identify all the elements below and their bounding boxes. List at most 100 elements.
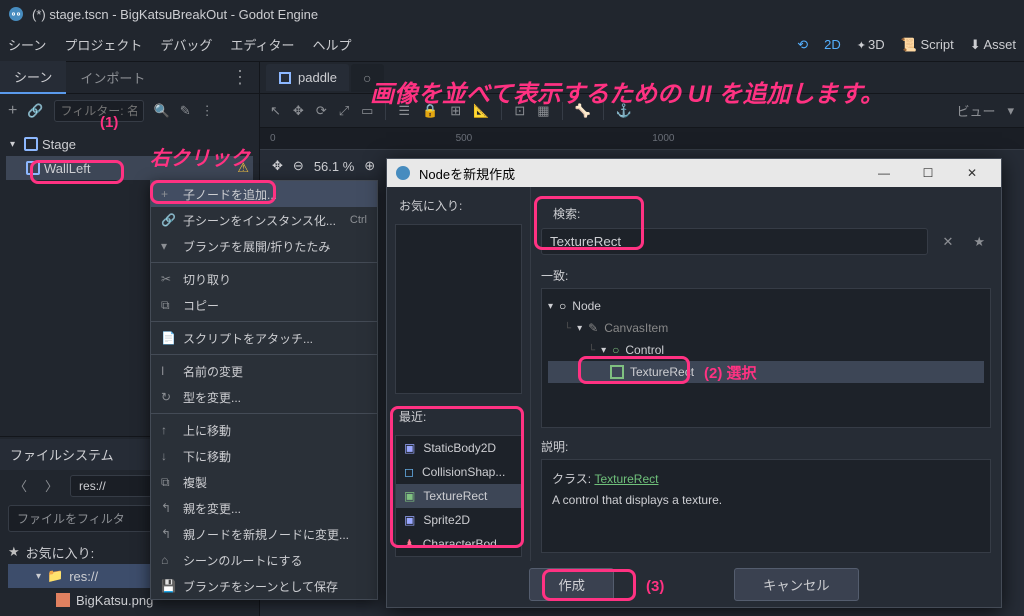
ctx-save-branch[interactable]: 💾 ブランチをシーンとして保存 xyxy=(151,573,377,599)
ctx-move-up[interactable]: ↑ 上に移動 xyxy=(151,417,377,443)
recent-item[interactable]: ♟CharacterBod... xyxy=(396,532,521,556)
add-node-icon[interactable]: + xyxy=(8,102,17,120)
tree-row-node[interactable]: ▾ ○ Node xyxy=(548,295,984,317)
reparent-new-icon: ↰ xyxy=(161,527,175,541)
search-input[interactable] xyxy=(541,228,928,255)
separator xyxy=(603,102,604,120)
ctx-add-child[interactable]: + 子ノードを追加... xyxy=(151,181,377,207)
ctx-move-down[interactable]: ↓ 下に移動 xyxy=(151,443,377,469)
ctx-cut[interactable]: ✂ 切り取り xyxy=(151,266,377,292)
dialog-titlebar[interactable]: Nodeを新規作成 — ☐ ✕ xyxy=(387,159,1001,187)
tree-row-control[interactable]: └ ▾ ○ Control xyxy=(548,339,984,361)
star-outline-icon[interactable]: ★ xyxy=(967,234,991,250)
tree-root-row[interactable]: ▾ Stage xyxy=(6,132,253,156)
bone-icon[interactable]: 🦴 xyxy=(575,103,591,119)
mode-3d-button[interactable]: ✦3D xyxy=(857,37,885,52)
cancel-button[interactable]: キャンセル xyxy=(734,568,859,601)
recent-item[interactable]: ▣TextureRect xyxy=(396,484,521,508)
scene-more-icon[interactable]: ⋮ xyxy=(201,103,214,119)
warning-icon[interactable]: ⚠ xyxy=(237,160,249,176)
ctx-change-type[interactable]: ↻ 型を変更... xyxy=(151,384,377,410)
caret-down-icon[interactable]: ▾ xyxy=(10,139,20,150)
mode-script-button[interactable]: 📜 Script xyxy=(901,37,954,53)
control-icon: ○ xyxy=(612,343,619,357)
scene-filter-input[interactable] xyxy=(54,100,144,122)
tree-child-row[interactable]: WallLeft ⚠ xyxy=(6,156,253,180)
nav-fwd-icon[interactable]: 〉 xyxy=(39,474,64,497)
zoom-out-icon[interactable]: ⊖ xyxy=(293,158,304,174)
select-tool-icon[interactable]: ↖ xyxy=(270,103,281,119)
ctx-expand[interactable]: ▾ ブランチを展開/折りたたみ xyxy=(151,233,377,259)
ctx-instance[interactable]: 🔗 子シーンをインスタンス化... Ctrl xyxy=(151,207,377,233)
copy-icon: ⧉ xyxy=(161,298,175,313)
chevron-down-icon[interactable]: ▾ xyxy=(1007,103,1014,119)
tree-row-texturerect[interactable]: TextureRect xyxy=(548,361,984,383)
caret-down-icon[interactable]: ▾ xyxy=(577,323,582,334)
lock-icon[interactable]: 🔒 xyxy=(422,103,438,119)
sync-icon[interactable]: ⟲ xyxy=(797,37,808,53)
plus-icon: + xyxy=(161,187,175,201)
recent-label: 最近: xyxy=(387,398,530,431)
anchor-icon[interactable]: ⚓ xyxy=(616,103,632,119)
recent-item[interactable]: ▣Sprite2D xyxy=(396,508,521,532)
tree-row-canvasitem[interactable]: └ ▾ ✎ CanvasItem xyxy=(548,317,984,339)
godot-icon xyxy=(8,6,24,22)
caret-down-icon[interactable]: ▾ xyxy=(548,301,553,312)
panel-menu-icon[interactable]: ⋮ xyxy=(231,67,249,88)
menu-editor[interactable]: エディター xyxy=(230,35,294,54)
mode-asset-button[interactable]: ⬇ Asset xyxy=(970,37,1016,53)
scene-tab-paddle[interactable]: paddle xyxy=(266,64,349,91)
ruler-mark: 500 xyxy=(456,133,473,144)
ctx-reparent[interactable]: ↰ 親を変更... xyxy=(151,495,377,521)
search-icon[interactable]: 🔍 xyxy=(154,103,170,119)
scale-tool-icon[interactable]: ⤢ xyxy=(339,103,349,119)
link-icon[interactable]: 🔗 xyxy=(27,103,43,119)
recent-item[interactable]: ▣StaticBody2D xyxy=(396,436,521,460)
broom-icon[interactable]: ✎ xyxy=(180,103,191,119)
desc-class-link[interactable]: TextureRect xyxy=(594,472,658,486)
favorites-box[interactable] xyxy=(395,224,522,394)
zoom-in-icon[interactable]: ⊕ xyxy=(364,158,375,174)
grid-icon[interactable]: ▦ xyxy=(537,103,549,119)
scene-toolbar: + 🔗 🔍 ✎ ⋮ xyxy=(0,94,259,128)
node2d-icon xyxy=(24,137,38,151)
ctx-duplicate[interactable]: ⧉ 複製 xyxy=(151,469,377,495)
ctx-copy[interactable]: ⧉ コピー xyxy=(151,292,377,318)
menu-scene[interactable]: シーン xyxy=(8,35,46,54)
recent-item[interactable]: ◻CollisionShap... xyxy=(396,460,521,484)
ruler-mark: 0 xyxy=(270,133,276,144)
menu-debug[interactable]: デバッグ xyxy=(160,35,212,54)
menu-help[interactable]: ヘルプ xyxy=(312,35,351,54)
snap-icon[interactable]: ⊡ xyxy=(514,103,525,119)
ctx-rename[interactable]: I 名前の変更 xyxy=(151,358,377,384)
scene-tab-label: paddle xyxy=(298,70,337,85)
rect-tool-icon[interactable]: ▭ xyxy=(361,103,373,119)
duplicate-icon: ⧉ xyxy=(161,475,175,490)
link-icon: 🔗 xyxy=(161,213,175,227)
scene-tab-unsaved[interactable]: ○ xyxy=(351,64,383,92)
view-menu-button[interactable]: ビュー xyxy=(956,101,995,120)
scissors-icon: ✂ xyxy=(161,272,175,286)
ctx-reparent-new[interactable]: ↰ 親ノードを新規ノードに変更... xyxy=(151,521,377,547)
mode-2d-button[interactable]: 2D xyxy=(824,37,841,52)
rotate-tool-icon[interactable]: ⟳ xyxy=(316,103,327,119)
ctx-attach-script[interactable]: 📄 スクリプトをアタッチ... xyxy=(151,325,377,351)
tab-scene[interactable]: シーン xyxy=(0,61,66,94)
create-button[interactable]: 作成 xyxy=(529,568,614,601)
close-button[interactable]: ✕ xyxy=(951,160,993,186)
group-icon[interactable]: ⊞ xyxy=(450,103,461,119)
caret-down-icon[interactable]: ▾ xyxy=(601,345,606,356)
move-tool-icon[interactable]: ✥ xyxy=(293,103,304,119)
maximize-button[interactable]: ☐ xyxy=(907,160,949,186)
tab-import[interactable]: インポート xyxy=(66,62,159,93)
zoom-value[interactable]: 56.1 % xyxy=(314,159,354,174)
minimize-button[interactable]: — xyxy=(863,160,905,186)
nav-back-icon[interactable]: 〈 xyxy=(8,474,33,497)
clear-icon[interactable]: ✕ xyxy=(936,234,959,250)
ctx-make-root[interactable]: ⌂ シーンのルートにする xyxy=(151,547,377,573)
caret-down-icon[interactable]: ▾ xyxy=(36,571,41,582)
list-tool-icon[interactable]: ☰ xyxy=(398,103,410,119)
ruler-icon[interactable]: 📐 xyxy=(473,103,489,119)
menu-project[interactable]: プロジェクト xyxy=(64,35,142,54)
pan-icon[interactable]: ✥ xyxy=(272,158,283,174)
